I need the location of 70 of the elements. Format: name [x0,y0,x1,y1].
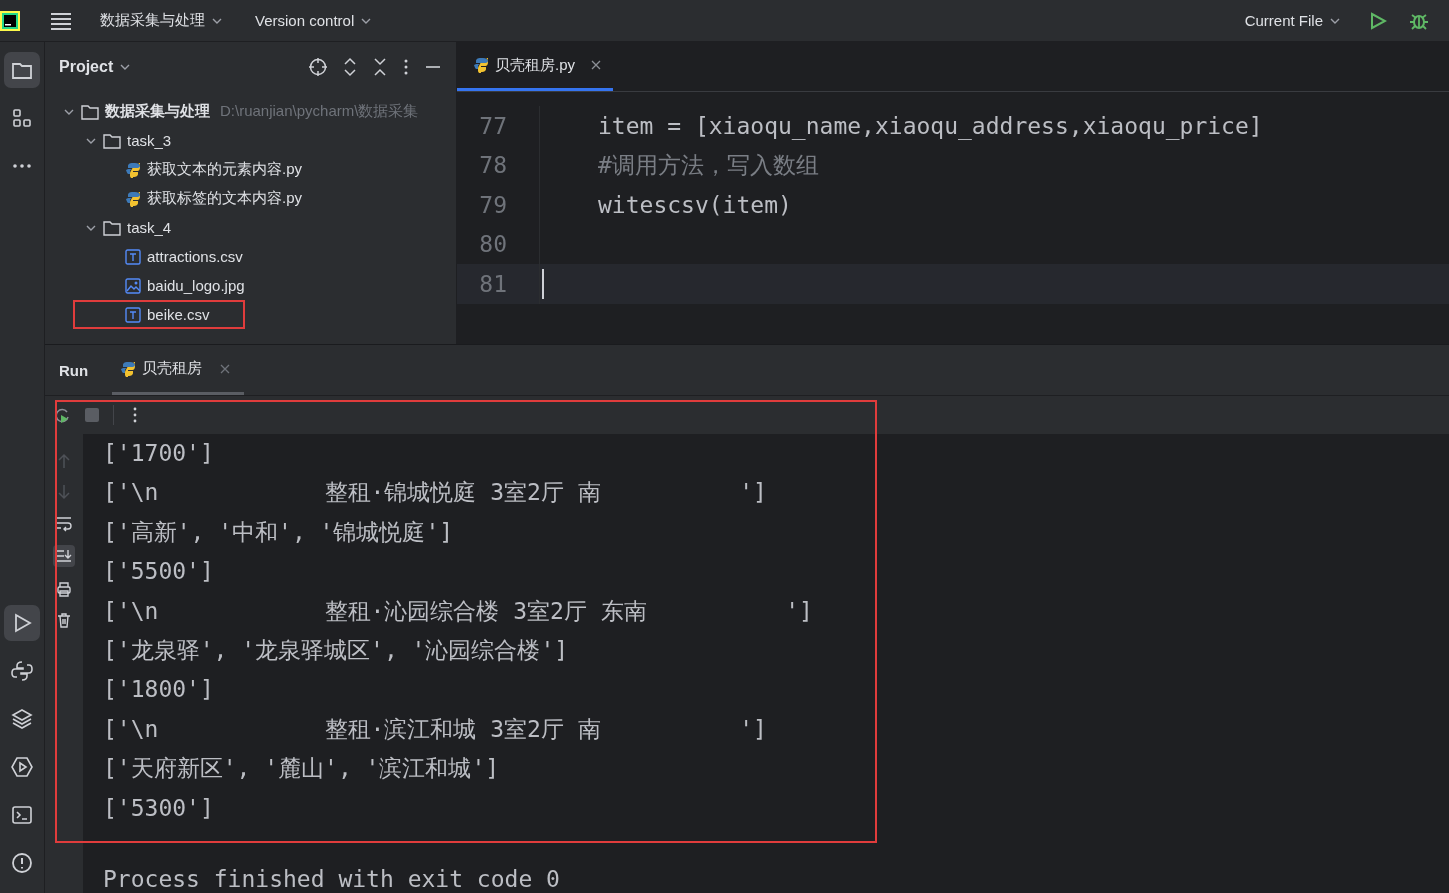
file-name[interactable]: beike.csv [147,306,210,323]
python-icon [125,190,141,207]
console-output-line: ['\n 整租·沁园综合楼 3室2厅 东南 '] [103,596,814,626]
scroll-to-end-button[interactable] [53,545,75,567]
console-output-line: ['龙泉驿', '龙泉驿城区', '沁园综合楼'] [103,635,570,665]
console-output-line: ['1800'] [103,675,215,705]
text-caret [542,268,544,299]
console-output-line: ['天府新区', '麓山', '滨江和城'] [103,754,501,784]
close-icon[interactable] [220,363,231,374]
locate-icon[interactable] [308,57,328,77]
console-output-line: ['\n 整租·锦城悦庭 3室2厅 南 '] [103,478,768,508]
line-number: 79 [478,191,507,218]
python-icon [125,161,141,178]
folder-icon [103,219,121,236]
trash-icon[interactable] [55,611,73,629]
project-view-dropdown[interactable]: Project [59,58,132,76]
file-name[interactable]: 获取标签的文本内容.py [147,189,302,208]
code-line: witescsv(item) [597,191,792,218]
editor-tab[interactable]: 贝壳租房.py [457,42,613,91]
app-logo-icon [0,10,20,31]
run-tab[interactable]: 贝壳租房 [112,345,245,395]
down-arrow-icon[interactable] [55,483,73,501]
python-icon [473,57,489,73]
exit-message: Process finished with exit code 0 [103,865,561,892]
vcs-dropdown[interactable]: Version control [247,8,381,33]
folder-name[interactable]: task_3 [127,132,172,149]
folder-path: D:\ruanjian\pycharm\数据采集 [220,102,419,121]
image-file-icon [125,277,141,294]
console-output-line: ['5300'] [103,793,215,823]
file-name[interactable]: attractions.csv [147,248,243,265]
line-number: 81 [478,270,507,297]
console-output-line: ['1700'] [103,439,215,468]
terminal-icon [10,803,34,827]
structure-icon [10,106,34,130]
folder-icon [81,103,99,120]
collapse-all-icon[interactable] [372,57,388,77]
python-icon [10,659,34,683]
expand-collapse-icon[interactable] [342,57,358,77]
more-icon[interactable] [402,57,410,77]
line-number: 80 [478,231,507,258]
project-dropdown[interactable]: 数据采集与处理 [92,7,231,34]
print-icon[interactable] [55,580,73,598]
run-config-dropdown[interactable]: Current File [1236,8,1349,33]
run-icon[interactable] [1369,11,1387,30]
console-output-line: ['5500'] [103,557,215,587]
services-icon [10,755,34,779]
folder-tool-button[interactable] [4,52,40,88]
scroll-to-end-icon [55,547,73,565]
run-tool-button[interactable] [4,605,40,641]
text-file-icon [125,306,141,323]
more-icon [13,164,31,168]
menu-icon[interactable] [50,10,72,31]
line-number: 78 [478,152,507,179]
text-file-icon [125,248,141,265]
warning-icon [10,851,34,875]
file-name[interactable]: baidu_logo.jpg [147,277,245,294]
code-line: item = [xiaoqu_name,xiaoqu_address,xiaoqu_price] [597,112,1263,139]
line-number: 77 [478,112,507,139]
file-name[interactable]: 获取文本的元素内容.py [147,160,302,179]
folder-name[interactable]: 数据采集与处理 [105,102,210,121]
close-icon[interactable] [591,60,601,70]
python-icon [120,360,137,377]
panel-title: Run [59,361,89,379]
soft-wrap-icon[interactable] [55,514,73,532]
folder-icon [103,132,121,149]
folder-name[interactable]: task_4 [127,219,172,236]
console-output-line: ['\n 整租·滨江和城 3室2厅 南 '] [103,714,768,744]
layers-icon [10,707,34,731]
code-comment: #调用方法，写入数组 [597,150,819,180]
console-output-line: ['高新', '中和', '锦城悦庭'] [103,517,455,547]
